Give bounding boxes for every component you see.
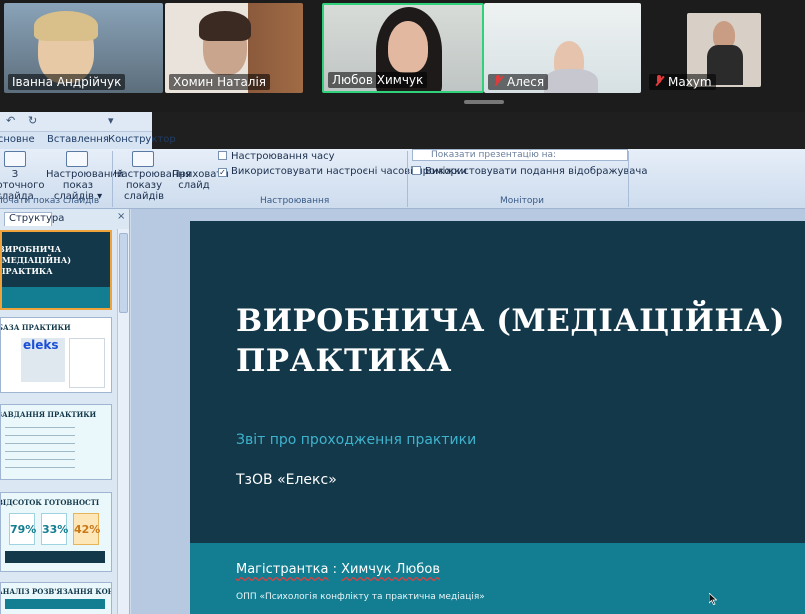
- thumbnail-title: ВИРОБНИЧА (МЕДІАЦІЙНА) ПРАКТИКА: [0, 244, 71, 276]
- group-label-monitors: Монітори: [500, 196, 544, 206]
- custom-show-icon: [66, 151, 88, 167]
- participant-tile[interactable]: Іванна Андрійчук: [4, 3, 163, 93]
- participant-tile[interactable]: Алеся: [484, 3, 641, 93]
- author-name: Химчук Любов: [341, 562, 440, 577]
- timings-icon: [218, 151, 227, 160]
- participant-tile-active-speaker[interactable]: Любов Химчук: [322, 3, 484, 93]
- thumbnail-title: ЗАВДАННЯ ПРАКТИКИ: [0, 410, 97, 419]
- participant-tile[interactable]: Maxym: [645, 3, 763, 93]
- participant-name: Іванна Андрійчук: [8, 74, 126, 90]
- participant-body: [544, 69, 598, 93]
- thumbnail-band: [2, 287, 110, 308]
- presenter-view-checkbox[interactable]: Використовувати подання відображувача: [412, 166, 647, 177]
- setup-slide-show-button[interactable]: Настроювання показу слайдів: [114, 169, 191, 202]
- participant-face: [388, 21, 428, 73]
- group-label-setup: Настроювання: [260, 196, 330, 206]
- participant-name: Maxym: [649, 74, 716, 90]
- slideshow-current-icon: [4, 151, 26, 167]
- ribbon-separator: [628, 151, 629, 207]
- qat-more-icon[interactable]: ▾: [108, 114, 114, 127]
- ribbon-tabs: Основне Вставлення Конструктор: [0, 132, 176, 149]
- thumbnail-title: БАЗА ПРАКТИКИ: [0, 323, 71, 332]
- muted-mic-icon: [492, 75, 504, 87]
- hide-slide-button[interactable]: Приховати слайд: [172, 169, 229, 191]
- scrollbar-thumb[interactable]: [119, 233, 128, 313]
- participant-name: Алеся: [488, 74, 549, 90]
- participant-name: Любов Химчук: [328, 72, 428, 88]
- slide-thumbnail[interactable]: АНАЛІЗ РОЗВ'ЯЗАННЯ КОНФЛІКТІВ: [0, 582, 112, 614]
- slides-pane: Структура × ВИРОБНИЧА (МЕДІАЦІЙНА) ПРАКТ…: [0, 209, 130, 614]
- tab-home[interactable]: Основне: [0, 134, 35, 145]
- strip-resize-handle[interactable]: [464, 100, 504, 104]
- tab-insert[interactable]: Вставлення: [47, 134, 109, 145]
- shared-screen-powerpoint: ↶ ↻ ▾ Основне Вставлення Конструктор З п…: [0, 112, 805, 614]
- author-separator: :: [328, 562, 342, 577]
- thumbnail-title: ВІДСОТОК ГОТОВНОСТІ: [0, 498, 100, 507]
- participant-hair: [34, 11, 98, 41]
- participant-tile[interactable]: Хомин Наталія: [165, 3, 303, 93]
- ribbon-separator: [407, 151, 408, 207]
- slide-thumbnail[interactable]: БАЗА ПРАКТИКИ eleks: [0, 317, 112, 393]
- slide-author: Магістрантка : Химчук Любов: [236, 562, 440, 577]
- participant-name: Хомин Наталія: [169, 74, 271, 90]
- redo-icon[interactable]: ↻: [28, 114, 37, 127]
- slide-thumbnail[interactable]: ВИРОБНИЧА (МЕДІАЦІЙНА) ПРАКТИКА: [0, 230, 112, 310]
- pane-scrollbar[interactable]: [117, 229, 129, 614]
- thumbnail-title: АНАЛІЗ РОЗВ'ЯЗАННЯ КОНФЛІКТІВ: [0, 587, 111, 596]
- eleks-logo: eleks: [23, 338, 59, 352]
- stat-card: 33%: [41, 513, 68, 545]
- slide-title: ВИРОБНИЧА (МЕДІАЦІЙНА) ПРАКТИКА: [236, 303, 786, 379]
- group-label-start: Почати показ слайдів: [0, 196, 100, 206]
- slide-program: ОПП «Психологія конфлікту та практична м…: [236, 592, 485, 602]
- slide-company: ТзОВ «Елекс»: [236, 472, 337, 488]
- quick-access-toolbar: ↶ ↻ ▾: [0, 112, 152, 132]
- stat-card: 79%: [9, 513, 36, 545]
- muted-mic-icon: [653, 75, 665, 87]
- slide-thumbnail[interactable]: ВІДСОТОК ГОТОВНОСТІ 79% 33% 42%: [0, 492, 112, 572]
- video-strip: Іванна Андрійчук Хомин Наталія Любов Хим…: [0, 0, 805, 112]
- thumbnail-text-box: [69, 338, 105, 388]
- participant-hair: [199, 11, 251, 41]
- show-on-monitor-select[interactable]: Показати презентацію на:: [412, 149, 628, 161]
- current-slide[interactable]: ВИРОБНИЧА (МЕДІАЦІЙНА) ПРАКТИКА Звіт про…: [190, 221, 805, 614]
- screen: Іванна Андрійчук Хомин Наталія Любов Хим…: [0, 0, 805, 614]
- thumbnail-band: [5, 599, 105, 609]
- stat-card: 42%: [73, 513, 100, 545]
- ribbon-separator: [112, 151, 113, 207]
- undo-icon[interactable]: ↶: [6, 114, 15, 127]
- checkbox-icon: [412, 166, 421, 175]
- slide-workspace: ВИРОБНИЧА (МЕДІАЦІЙНА) ПРАКТИКА Звіт про…: [131, 209, 805, 614]
- tab-design[interactable]: Конструктор: [108, 134, 176, 145]
- thumbnail-text-lines: [5, 427, 75, 428]
- mouse-cursor-icon: [709, 593, 717, 605]
- slide-thumbnail[interactable]: ЗАВДАННЯ ПРАКТИКИ: [0, 404, 112, 480]
- ribbon: З поточного слайда Настроюваний показ сл…: [0, 149, 805, 209]
- close-icon[interactable]: ×: [117, 211, 125, 222]
- slide-subtitle: Звіт про проходження практики: [236, 432, 477, 448]
- setup-show-icon: [132, 151, 154, 167]
- tab-outline[interactable]: Структура: [4, 212, 64, 226]
- author-label: Магістрантка: [236, 562, 329, 577]
- thumbnail-footer-band: [5, 551, 105, 563]
- rehearse-timings-option[interactable]: Настроювання часу: [218, 151, 335, 162]
- checkmark-icon: ✓: [218, 168, 227, 177]
